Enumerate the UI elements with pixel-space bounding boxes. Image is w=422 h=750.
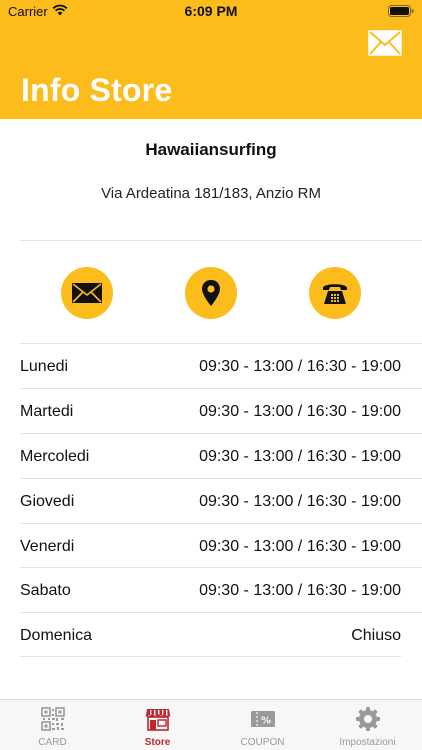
status-bar: Carrier 6:09 PM bbox=[0, 0, 422, 24]
call-button[interactable] bbox=[309, 267, 361, 319]
map-button[interactable] bbox=[185, 267, 237, 319]
telephone-icon bbox=[323, 284, 347, 304]
divider bbox=[20, 240, 422, 241]
day-label: Domenica bbox=[20, 626, 93, 644]
tab-store[interactable]: Store bbox=[105, 700, 210, 750]
tab-card[interactable]: CARD bbox=[0, 700, 105, 750]
hours-value: 09:30 - 13:00 / 16:30 - 19:00 bbox=[199, 447, 401, 465]
hours-row-lunedi: Lunedi 09:30 - 13:00 / 16:30 - 19:00 bbox=[20, 344, 401, 389]
header-bar: Carrier 6:09 PM Info Store bbox=[0, 0, 422, 119]
tab-coupon[interactable]: % COUPON bbox=[210, 700, 315, 750]
location-pin-icon bbox=[202, 280, 220, 306]
day-label: Venerdi bbox=[20, 537, 75, 555]
tab-label: Impostazioni bbox=[339, 737, 396, 748]
tab-label: COUPON bbox=[240, 737, 285, 748]
gear-icon bbox=[355, 707, 380, 731]
tab-label: Store bbox=[144, 737, 171, 748]
store-address: Via Ardeatina 181/183, Anzio RM bbox=[101, 185, 321, 202]
day-label: Giovedi bbox=[20, 492, 75, 510]
store-name: Hawaiiansurfing bbox=[145, 140, 277, 159]
envelope-icon bbox=[72, 283, 102, 303]
day-label: Lunedi bbox=[20, 357, 69, 375]
coupon-icon: % bbox=[250, 711, 275, 727]
envelope-icon[interactable] bbox=[368, 30, 402, 56]
storefront-icon bbox=[144, 709, 171, 731]
battery-icon bbox=[388, 5, 414, 17]
hours-value: 09:30 - 13:00 / 16:30 - 19:00 bbox=[199, 492, 401, 510]
status-time: 6:09 PM bbox=[184, 3, 238, 19]
tab-bar: CARD Store % COUPON Impostazioni bbox=[0, 699, 422, 750]
hours-row-venerdi: Venerdi 09:30 - 13:00 / 16:30 - 19:00 bbox=[20, 524, 401, 569]
hours-row-sabato: Sabato 09:30 - 13:00 / 16:30 - 19:00 bbox=[20, 568, 401, 613]
day-label: Martedi bbox=[20, 402, 74, 420]
hours-row-domenica: Domenica Chiuso bbox=[20, 613, 401, 658]
hours-value: 09:30 - 13:00 / 16:30 - 19:00 bbox=[199, 357, 401, 375]
hours-value: 09:30 - 13:00 / 16:30 - 19:00 bbox=[199, 581, 401, 599]
tab-label: CARD bbox=[38, 737, 67, 748]
svg-text:%: % bbox=[260, 716, 270, 727]
qr-code-icon bbox=[40, 707, 65, 731]
hours-value: Chiuso bbox=[351, 626, 401, 644]
hours-row-mercoledi: Mercoledi 09:30 - 13:00 / 16:30 - 19:00 bbox=[20, 434, 401, 479]
hours-value: 09:30 - 13:00 / 16:30 - 19:00 bbox=[199, 537, 401, 555]
day-label: Mercoledi bbox=[20, 447, 90, 465]
tab-impostazioni[interactable]: Impostazioni bbox=[315, 700, 420, 750]
hours-row-giovedi: Giovedi 09:30 - 13:00 / 16:30 - 19:00 bbox=[20, 479, 401, 524]
hours-value: 09:30 - 13:00 / 16:30 - 19:00 bbox=[199, 402, 401, 420]
hours-row-martedi: Martedi 09:30 - 13:00 / 16:30 - 19:00 bbox=[20, 389, 401, 434]
day-label: Sabato bbox=[20, 581, 71, 599]
divider bbox=[20, 656, 401, 657]
page-title: Info Store bbox=[21, 72, 173, 108]
email-button[interactable] bbox=[61, 267, 113, 319]
